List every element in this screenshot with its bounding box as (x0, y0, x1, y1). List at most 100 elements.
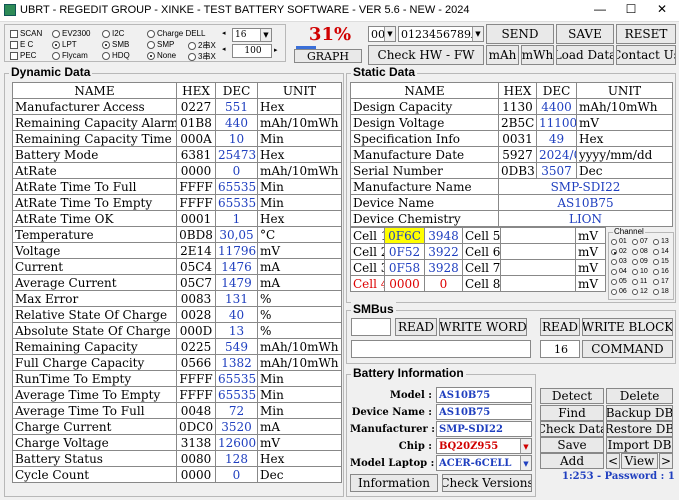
mwh-button[interactable]: mWh (521, 45, 554, 65)
channel-option[interactable]: 06 (611, 288, 627, 295)
information-button[interactable]: Information (350, 474, 438, 492)
table-cell: Min (257, 402, 342, 419)
table-cell: Hex (257, 450, 342, 467)
channel-option[interactable]: 09 (632, 258, 648, 265)
channel-option[interactable]: 03 (611, 258, 627, 265)
send-button[interactable]: SEND (486, 24, 554, 44)
view-button[interactable]: View (621, 453, 658, 469)
radio-icon (653, 268, 659, 275)
table-cell: FFFF (176, 370, 216, 387)
address-select[interactable]: 00 ▼ (368, 26, 396, 42)
smbus-data-input[interactable] (351, 340, 531, 358)
db-status: 1:253 - Password : 1 (562, 471, 675, 482)
command-button[interactable]: COMMAND (582, 340, 673, 358)
device-name-label: Device Name : (351, 407, 432, 418)
smbus-count-input[interactable]: 16 (540, 340, 580, 358)
option-smb[interactable]: SMB (102, 40, 129, 49)
radio-icon (147, 29, 155, 38)
channel-option[interactable]: 11 (632, 278, 647, 285)
save-button[interactable]: SAVE (556, 24, 614, 44)
radio-icon (632, 258, 638, 265)
option-2-x[interactable]: 2串X (188, 40, 216, 51)
db-save-button[interactable]: Save (540, 437, 604, 453)
channel-option[interactable]: 07 (632, 238, 648, 245)
channel-option[interactable]: 18 (653, 288, 669, 295)
table-cell: Hex (257, 210, 342, 227)
table-cell: Cell 8 (462, 275, 501, 292)
write-word-button[interactable]: WRITE WORD (439, 318, 527, 336)
load-data-button[interactable]: Load Data (556, 45, 614, 65)
option-scan[interactable]: SCAN (10, 29, 42, 38)
table-cell: Battery Mode (12, 146, 177, 163)
spin-arrows-icon[interactable]: ◂ ◂ (222, 30, 226, 54)
option-charge-dell[interactable]: Charge DELL (147, 29, 205, 38)
check-hw-fw-button[interactable]: Check HW - FW (368, 45, 484, 65)
spin-value-2[interactable]: 100 (232, 44, 272, 58)
import-db-button[interactable]: Import DB (606, 437, 673, 453)
option-e-c[interactable]: E C (10, 40, 33, 49)
option-3-x[interactable]: 3串X (188, 51, 216, 62)
channel-option[interactable]: 08 (632, 248, 648, 255)
mah-button[interactable]: mAh (486, 45, 519, 65)
smbus-command-input[interactable] (351, 318, 391, 336)
restore-db-button[interactable]: Restore DB (606, 421, 673, 437)
write-block-button[interactable]: WRITE BLOCK (582, 318, 673, 336)
detect-button[interactable]: Detect (540, 388, 604, 404)
spin-value-1[interactable]: 16 ▼ (232, 28, 272, 42)
table-cell: 0F58 (384, 259, 425, 276)
option-label: E C (20, 40, 34, 49)
radio-icon (102, 29, 110, 38)
manufacturer-label: Manufacturer : (350, 424, 435, 435)
add-button[interactable]: Add (540, 453, 604, 469)
next-button[interactable]: > (659, 453, 673, 469)
channel-option[interactable]: 15 (653, 258, 669, 265)
check-versions-button[interactable]: Check Versions (442, 474, 532, 492)
option-smp[interactable]: SMP (147, 40, 174, 49)
check-data-button[interactable]: Check Data (540, 421, 604, 437)
channel-option[interactable]: 12 (632, 288, 648, 295)
option-ev2300[interactable]: EV2300 (52, 29, 90, 38)
table-cell: °C (257, 226, 342, 243)
column-header: UNIT (576, 82, 673, 99)
maximize-button[interactable]: ☐ (617, 2, 645, 16)
table-cell: 1476 (215, 258, 258, 275)
option-flycam[interactable]: Flycam (52, 51, 88, 60)
option-i2c[interactable]: I2C (102, 29, 124, 38)
table-cell: 11100 (536, 114, 577, 131)
minimize-button[interactable]: — (586, 2, 614, 16)
option-none[interactable]: None (147, 51, 176, 60)
table-cell: Max Error (12, 290, 177, 307)
command-select[interactable]: 0123456789A ▼ (398, 26, 484, 42)
channel-option[interactable]: 10 (632, 268, 648, 275)
channel-option[interactable]: 16 (653, 268, 669, 275)
channel-option[interactable]: 02 (611, 248, 627, 255)
table-row: Charge Voltage 3138 12600 mV (12, 434, 342, 451)
contact-us-button[interactable]: Contact Us (616, 45, 676, 65)
device-name-field[interactable]: AS10B75 (436, 404, 532, 420)
channel-option[interactable]: 14 (653, 248, 669, 255)
graph-button[interactable]: GRAPH (294, 49, 362, 63)
find-button[interactable]: Find (540, 405, 604, 421)
prev-button[interactable]: < (606, 453, 620, 469)
channel-option[interactable]: 04 (611, 268, 627, 275)
channel-option[interactable]: 13 (653, 238, 669, 245)
cell-row: Cell 30F583928Cell 7 mV (350, 259, 606, 276)
channel-option[interactable]: 01 (611, 238, 627, 245)
option-pec[interactable]: PEC (10, 51, 36, 60)
spin-right-icon[interactable]: ▸ (274, 46, 278, 54)
channel-option[interactable]: 17 (653, 278, 669, 285)
backup-db-button[interactable]: Backup DB (606, 405, 673, 421)
model-laptop-select[interactable]: ACER-6CELL ▼ (436, 455, 532, 471)
model-field[interactable]: AS10B75 (436, 387, 532, 403)
table-row: Average Time To Empty FFFF 65535 Min (12, 386, 342, 403)
channel-option[interactable]: 05 (611, 278, 627, 285)
reset-button[interactable]: RESET (616, 24, 676, 44)
delete-button[interactable]: Delete (606, 388, 673, 404)
chip-select[interactable]: BQ20Z955 ▼ (436, 438, 532, 454)
option-lpt[interactable]: LPT (52, 40, 77, 49)
close-button[interactable]: ✕ (648, 2, 676, 16)
smbus-read-block-button[interactable]: READ (540, 318, 580, 336)
option-hdq[interactable]: HDQ (102, 51, 130, 60)
manufacturer-field[interactable]: SMP-SDI22 (436, 421, 532, 437)
smbus-read-button[interactable]: READ (395, 318, 437, 336)
